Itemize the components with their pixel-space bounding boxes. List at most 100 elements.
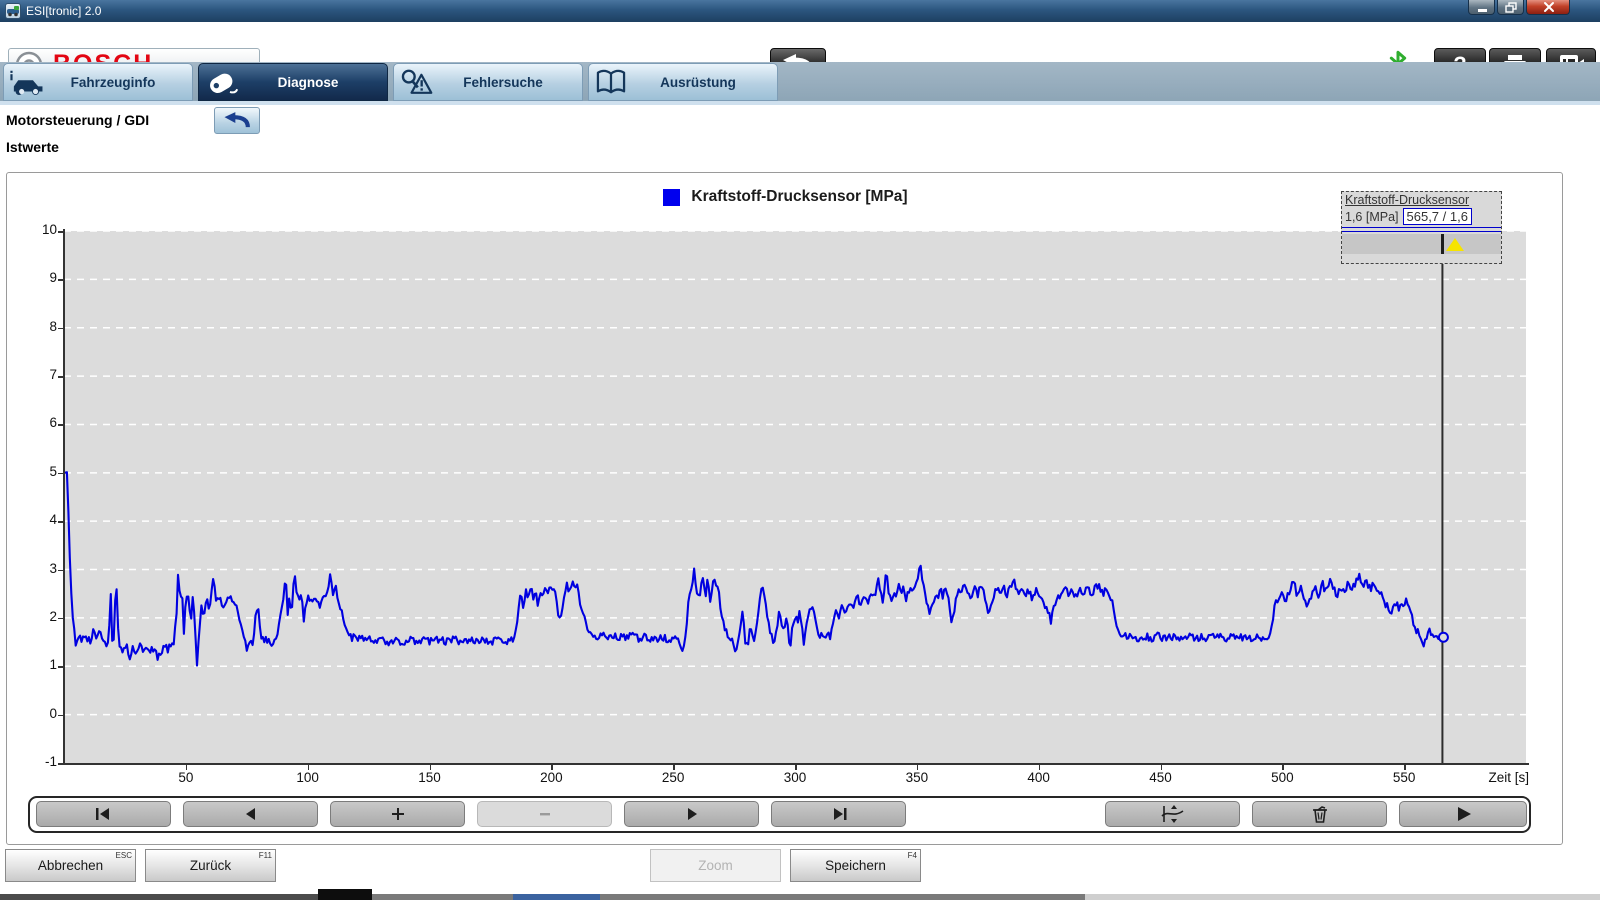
title-bar: ESI[tronic] 2.0 [0,0,1600,22]
x-tick-mark [430,764,432,770]
step-back-button[interactable] [183,801,318,827]
y-tick-mark [58,570,63,572]
x-tick-mark [551,764,553,770]
y-tick-label: 5 [13,464,57,479]
y-tick-mark [58,763,63,765]
x-tick-mark [186,764,188,770]
zoom-in-button[interactable] [330,801,465,827]
x-tick-label: 100 [280,770,336,785]
step-forward-button[interactable] [624,801,759,827]
tooltip-cursor-line [1441,234,1444,254]
tab-ausruestung[interactable]: Ausrüstung [588,63,778,101]
save-button[interactable]: Speichern F4 [790,849,921,882]
search-warning-icon [394,68,438,96]
y-tick-label: 8 [13,319,57,334]
skip-end-icon [827,806,851,822]
tooltip-marker-strip [1342,234,1501,254]
x-tick-mark [1404,764,1406,770]
tab-label: Fehlersuche [438,75,582,90]
skip-start-button[interactable] [36,801,171,827]
plot-area[interactable] [64,231,1526,763]
y-tick-label: 1 [13,657,57,672]
y-tick-mark [58,328,63,330]
restore-button[interactable] [1497,0,1524,15]
y-tick-label: 0 [13,706,57,721]
app-icon [5,3,21,19]
x-axis [64,763,1529,765]
save-key: F4 [908,851,917,860]
back-label: Zurück [190,858,231,873]
skip-end-button[interactable] [771,801,906,827]
tooltip-marker-triangle[interactable] [1446,238,1464,251]
y-tick-mark [58,666,63,668]
window-title: ESI[tronic] 2.0 [26,0,101,22]
y-tick-label: 2 [13,609,57,624]
minimize-button[interactable] [1468,0,1495,15]
y-tick-label: 7 [13,367,57,382]
x-tick-mark [673,764,675,770]
y-tick-label: 4 [13,512,57,527]
x-tick-mark [1282,764,1284,770]
y-tick-mark [58,521,63,523]
x-tick-mark [1161,764,1163,770]
tab-fahrzeuginfo[interactable]: Fahrzeuginfo [3,63,193,101]
back-key: F11 [259,851,272,860]
back-button[interactable]: Zurück F11 [145,849,276,882]
diagnose-tester-icon [199,68,243,96]
header-band: BOSCH MITSUBISHI / Carisma 1.8 GDI Hatch… [0,22,1600,62]
x-tick-mark [795,764,797,770]
y-tick-label: 6 [13,415,57,430]
x-tick-mark [308,764,310,770]
cancel-button[interactable]: Abbrechen ESC [5,849,136,882]
zoom-label: Zoom [698,858,733,873]
auto-scale-button[interactable] [1105,801,1240,827]
tooltip-channel-name: Kraftstoff-Drucksensor [1342,192,1501,207]
x-tick-label: 350 [889,770,945,785]
zoom-button: Zoom [650,849,781,882]
y-tick-mark [58,424,63,426]
delete-button[interactable] [1252,801,1387,827]
plus-icon [386,806,410,822]
legend-label: Kraftstoff-Drucksensor [MPa] [691,188,907,206]
x-tick-label: 150 [402,770,458,785]
x-tick-label: 550 [1376,770,1432,785]
x-tick-mark [917,764,919,770]
x-tick-label: 200 [523,770,579,785]
curve-scale-icon [1159,805,1187,823]
breadcrumb-subtitle: Istwerte [6,139,59,155]
x-tick-label: 250 [645,770,701,785]
tab-label: Fahrzeuginfo [48,75,192,90]
taskbar-item-active[interactable] [513,894,600,900]
play-button[interactable] [1399,801,1527,827]
y-tick-label: -1 [13,754,57,769]
minus-icon [533,806,557,822]
tab-fehlersuche[interactable]: Fehlersuche [393,63,583,101]
chart-panel: Kraftstoff-Drucksensor [MPa] -1012345678… [6,172,1563,845]
step-forward-icon [680,806,704,822]
breadcrumb-back-button[interactable] [214,107,260,134]
play-icon [1451,806,1475,822]
y-tick-mark [58,279,63,281]
trash-icon [1310,805,1330,823]
y-tick-mark [58,231,63,233]
x-tick-label: 400 [1011,770,1067,785]
save-label: Speichern [825,858,886,873]
chart-legend: Kraftstoff-Drucksensor [MPa] [7,188,1564,206]
measurement-tooltip[interactable]: Kraftstoff-Drucksensor 1,6 [MPa] 565,7 /… [1341,191,1502,264]
x-tick-mark [1039,764,1041,770]
chart-toolbar [28,796,1531,833]
tab-label: Ausrüstung [633,75,777,90]
close-button[interactable] [1526,0,1570,15]
y-tick-mark [58,376,63,378]
cancel-label: Abbrechen [38,858,103,873]
y-tick-label: 10 [13,222,57,237]
taskbar-segment [1085,894,1600,900]
tooltip-current-value: 1,6 [MPa] [1345,210,1399,224]
tab-diagnose[interactable]: Diagnose [198,63,388,101]
x-tick-label: 450 [1133,770,1189,785]
step-back-icon [239,806,263,822]
taskbar-item[interactable] [318,889,372,900]
y-tick-mark [58,715,63,717]
tab-label: Diagnose [243,75,387,90]
breadcrumb-title: Motorsteuerung / GDI [6,112,149,128]
